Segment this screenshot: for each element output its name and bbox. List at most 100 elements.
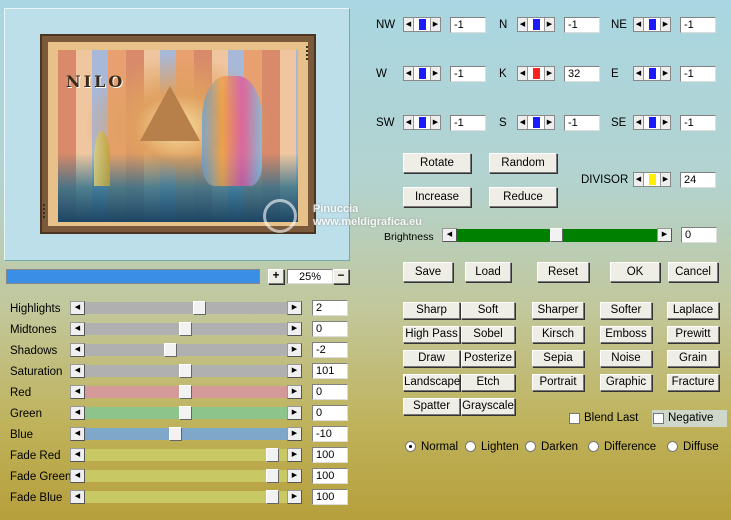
brightness-left-arrow[interactable]: ◀	[442, 228, 457, 242]
reduce-button[interactable]: Reduce	[489, 187, 557, 207]
midtones-field[interactable]: 0	[312, 321, 348, 337]
zoom-field[interactable]: 25%	[287, 269, 333, 284]
arrow-right-icon[interactable]: ▶	[430, 67, 440, 80]
rotate-button[interactable]: Rotate	[403, 153, 471, 173]
filter-draw-button[interactable]: Draw	[403, 350, 460, 367]
random-button[interactable]: Random	[489, 153, 557, 173]
filter-etch-button[interactable]: Etch	[461, 374, 515, 391]
blend-last-checkbox[interactable]	[569, 413, 580, 424]
blue-field[interactable]: -10	[312, 426, 348, 442]
dir-n-field[interactable]: -1	[564, 17, 600, 33]
filter-kirsch-button[interactable]: Kirsch	[532, 326, 584, 343]
fade-green-slider-track[interactable]	[85, 470, 287, 482]
arrow-left-icon[interactable]: ◀	[404, 18, 414, 31]
fade-red-left-arrow[interactable]: ◀	[70, 448, 85, 462]
fade-green-left-arrow[interactable]: ◀	[70, 469, 85, 483]
fade-blue-slider-thumb[interactable]	[266, 490, 279, 504]
dir-nw-slider[interactable]: ◀ ▶	[403, 17, 441, 32]
saturation-field[interactable]: 101	[312, 363, 348, 379]
divisor-slider[interactable]: ◀ ▶	[633, 172, 671, 187]
filter-high-pass-button[interactable]: High Pass	[403, 326, 460, 343]
dir-s-field[interactable]: -1	[564, 115, 600, 131]
fade-red-slider-track[interactable]	[85, 449, 287, 461]
arrow-right-icon[interactable]: ▶	[544, 116, 554, 129]
fade-green-field[interactable]: 100	[312, 468, 348, 484]
arrow-right-icon[interactable]: ▶	[544, 18, 554, 31]
arrow-left-icon[interactable]: ◀	[634, 67, 644, 80]
darken-radio[interactable]	[525, 441, 536, 452]
red-field[interactable]: 0	[312, 384, 348, 400]
filter-sepia-button[interactable]: Sepia	[532, 350, 584, 367]
dir-s-slider[interactable]: ◀ ▶	[517, 115, 555, 130]
load-button[interactable]: Load	[465, 262, 511, 282]
shadows-right-arrow[interactable]: ▶	[287, 343, 302, 357]
arrow-left-icon[interactable]: ◀	[404, 116, 414, 129]
red-right-arrow[interactable]: ▶	[287, 385, 302, 399]
filter-softer-button[interactable]: Softer	[600, 302, 652, 319]
dir-sw-slider[interactable]: ◀ ▶	[403, 115, 441, 130]
arrow-right-icon[interactable]: ▶	[660, 173, 670, 186]
zoom-out-button[interactable]: −	[333, 269, 349, 284]
highlights-right-arrow[interactable]: ▶	[287, 301, 302, 315]
filter-prewitt-button[interactable]: Prewitt	[667, 326, 719, 343]
blue-left-arrow[interactable]: ◀	[70, 427, 85, 441]
dir-se-field[interactable]: -1	[680, 115, 716, 131]
dir-ne-field[interactable]: -1	[680, 17, 716, 33]
arrow-right-icon[interactable]: ▶	[660, 67, 670, 80]
green-slider-thumb[interactable]	[179, 406, 192, 420]
zoom-in-button[interactable]: +	[268, 269, 284, 284]
blue-slider-track[interactable]	[85, 428, 287, 440]
dir-e-slider[interactable]: ◀ ▶	[633, 66, 671, 81]
saturation-left-arrow[interactable]: ◀	[70, 364, 85, 378]
fade-green-right-arrow[interactable]: ▶	[287, 469, 302, 483]
filter-spatter-button[interactable]: Spatter	[403, 398, 460, 415]
brightness-right-arrow[interactable]: ▶	[657, 228, 672, 242]
dir-n-slider[interactable]: ◀ ▶	[517, 17, 555, 32]
fade-blue-slider-track[interactable]	[85, 491, 287, 503]
arrow-right-icon[interactable]: ▶	[430, 116, 440, 129]
fade-red-slider-thumb[interactable]	[266, 448, 279, 462]
filter-noise-button[interactable]: Noise	[600, 350, 652, 367]
saturation-right-arrow[interactable]: ▶	[287, 364, 302, 378]
fade-red-right-arrow[interactable]: ▶	[287, 448, 302, 462]
filter-grain-button[interactable]: Grain	[667, 350, 719, 367]
fade-blue-right-arrow[interactable]: ▶	[287, 490, 302, 504]
filter-posterize-button[interactable]: Posterize	[461, 350, 515, 367]
highlights-left-arrow[interactable]: ◀	[70, 301, 85, 315]
diffuse-radio[interactable]	[667, 441, 678, 452]
shadows-slider-thumb[interactable]	[164, 343, 177, 357]
shadows-left-arrow[interactable]: ◀	[70, 343, 85, 357]
dir-sw-field[interactable]: -1	[450, 115, 486, 131]
increase-button[interactable]: Increase	[403, 187, 471, 207]
filter-sobel-button[interactable]: Sobel	[461, 326, 515, 343]
arrow-left-icon[interactable]: ◀	[518, 67, 528, 80]
fade-blue-left-arrow[interactable]: ◀	[70, 490, 85, 504]
filter-sharp-button[interactable]: Sharp	[403, 302, 460, 319]
saturation-slider-thumb[interactable]	[179, 364, 192, 378]
dir-w-field[interactable]: -1	[450, 66, 486, 82]
arrow-right-icon[interactable]: ▶	[430, 18, 440, 31]
filter-sharper-button[interactable]: Sharper	[532, 302, 584, 319]
ok-button[interactable]: OK	[610, 262, 660, 282]
dir-e-field[interactable]: -1	[680, 66, 716, 82]
green-field[interactable]: 0	[312, 405, 348, 421]
difference-radio[interactable]	[588, 441, 599, 452]
filter-grayscale-button[interactable]: Grayscale	[461, 398, 515, 415]
normal-radio[interactable]	[405, 441, 416, 452]
arrow-left-icon[interactable]: ◀	[634, 173, 644, 186]
midtones-left-arrow[interactable]: ◀	[70, 322, 85, 336]
arrow-left-icon[interactable]: ◀	[634, 116, 644, 129]
filter-fracture-button[interactable]: Fracture	[667, 374, 719, 391]
filter-laplace-button[interactable]: Laplace	[667, 302, 719, 319]
midtones-right-arrow[interactable]: ▶	[287, 322, 302, 336]
fade-green-slider-thumb[interactable]	[266, 469, 279, 483]
filter-soft-button[interactable]: Soft	[461, 302, 515, 319]
shadows-slider-track[interactable]	[85, 344, 287, 356]
red-slider-thumb[interactable]	[179, 385, 192, 399]
lighten-radio[interactable]	[465, 441, 476, 452]
arrow-left-icon[interactable]: ◀	[634, 18, 644, 31]
filter-graphic-button[interactable]: Graphic	[600, 374, 652, 391]
green-right-arrow[interactable]: ▶	[287, 406, 302, 420]
green-left-arrow[interactable]: ◀	[70, 406, 85, 420]
blue-slider-thumb[interactable]	[169, 427, 182, 441]
